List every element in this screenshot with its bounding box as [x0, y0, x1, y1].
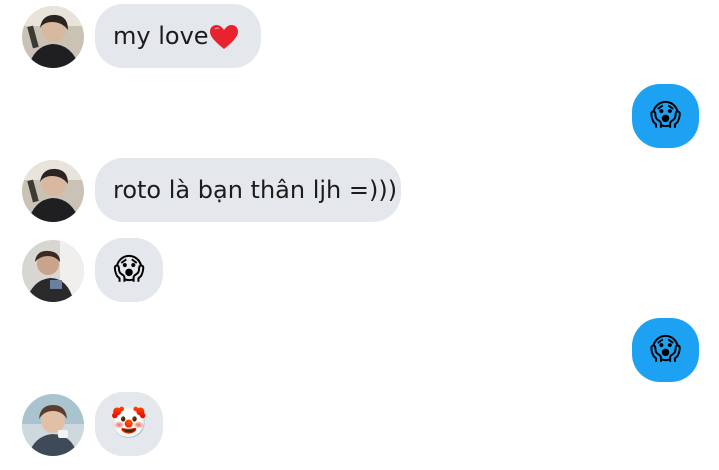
screaming-face-icon: 😱: [649, 98, 682, 133]
contact-avatar[interactable]: [22, 240, 84, 302]
screaming-face-icon: 😱: [649, 332, 682, 367]
outgoing-message-bubble[interactable]: 😱: [632, 318, 699, 382]
incoming-message-bubble[interactable]: 🤡: [95, 392, 163, 456]
clown-face-icon: 🤡: [110, 406, 148, 441]
avatar-photo: [22, 6, 84, 68]
avatar-photo: [22, 160, 84, 222]
avatar-photo: [22, 240, 84, 302]
incoming-message-bubble[interactable]: my love: [95, 4, 261, 68]
incoming-message-bubble[interactable]: roto là bạn thân ljh =))): [95, 158, 401, 222]
message-text: my love: [113, 22, 209, 50]
contact-avatar[interactable]: [22, 394, 84, 456]
contact-avatar[interactable]: [22, 6, 84, 68]
red-heart-icon: [210, 25, 238, 49]
contact-avatar[interactable]: [22, 160, 84, 222]
incoming-message-bubble[interactable]: 😱: [95, 238, 163, 302]
outgoing-message-bubble[interactable]: 😱: [632, 84, 699, 148]
message-text: roto là bạn thân ljh =))): [113, 176, 398, 204]
avatar-photo: [22, 394, 84, 456]
screaming-face-icon: 😱: [113, 252, 145, 287]
